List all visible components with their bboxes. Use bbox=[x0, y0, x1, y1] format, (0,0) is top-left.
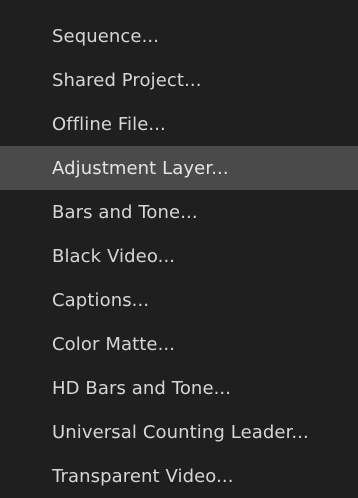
menu-item-bars-and-tone[interactable]: Bars and Tone... bbox=[0, 190, 358, 234]
menu-item-universal-counting-leader[interactable]: Universal Counting Leader... bbox=[0, 410, 358, 454]
menu-item-label: Transparent Video... bbox=[52, 465, 234, 487]
menu-item-offline-file[interactable]: Offline File... bbox=[0, 102, 358, 146]
menu-item-label: Black Video... bbox=[52, 245, 176, 267]
menu-item-adjustment-layer[interactable]: Adjustment Layer... bbox=[0, 146, 358, 190]
menu-item-label: Shared Project... bbox=[52, 69, 202, 91]
menu-item-shared-project[interactable]: Shared Project... bbox=[0, 58, 358, 102]
menu-item-label: Captions... bbox=[52, 289, 150, 311]
menu-item-transparent-video[interactable]: Transparent Video... bbox=[0, 454, 358, 498]
menu-item-label: Bars and Tone... bbox=[52, 201, 198, 223]
menu-item-label: Universal Counting Leader... bbox=[52, 421, 309, 443]
menu-item-label: Adjustment Layer... bbox=[52, 157, 229, 179]
menu-item-captions[interactable]: Captions... bbox=[0, 278, 358, 322]
menu-item-sequence[interactable]: Sequence... bbox=[0, 14, 358, 58]
menu-item-label: Sequence... bbox=[52, 25, 160, 47]
menu-item-hd-bars-and-tone[interactable]: HD Bars and Tone... bbox=[0, 366, 358, 410]
menu-item-label: Color Matte... bbox=[52, 333, 176, 355]
menu-item-black-video[interactable]: Black Video... bbox=[0, 234, 358, 278]
menu-item-color-matte[interactable]: Color Matte... bbox=[0, 322, 358, 366]
new-item-menu: Sequence... Shared Project... Offline Fi… bbox=[0, 0, 358, 489]
menu-item-label: HD Bars and Tone... bbox=[52, 377, 232, 399]
menu-item-label: Offline File... bbox=[52, 113, 166, 135]
